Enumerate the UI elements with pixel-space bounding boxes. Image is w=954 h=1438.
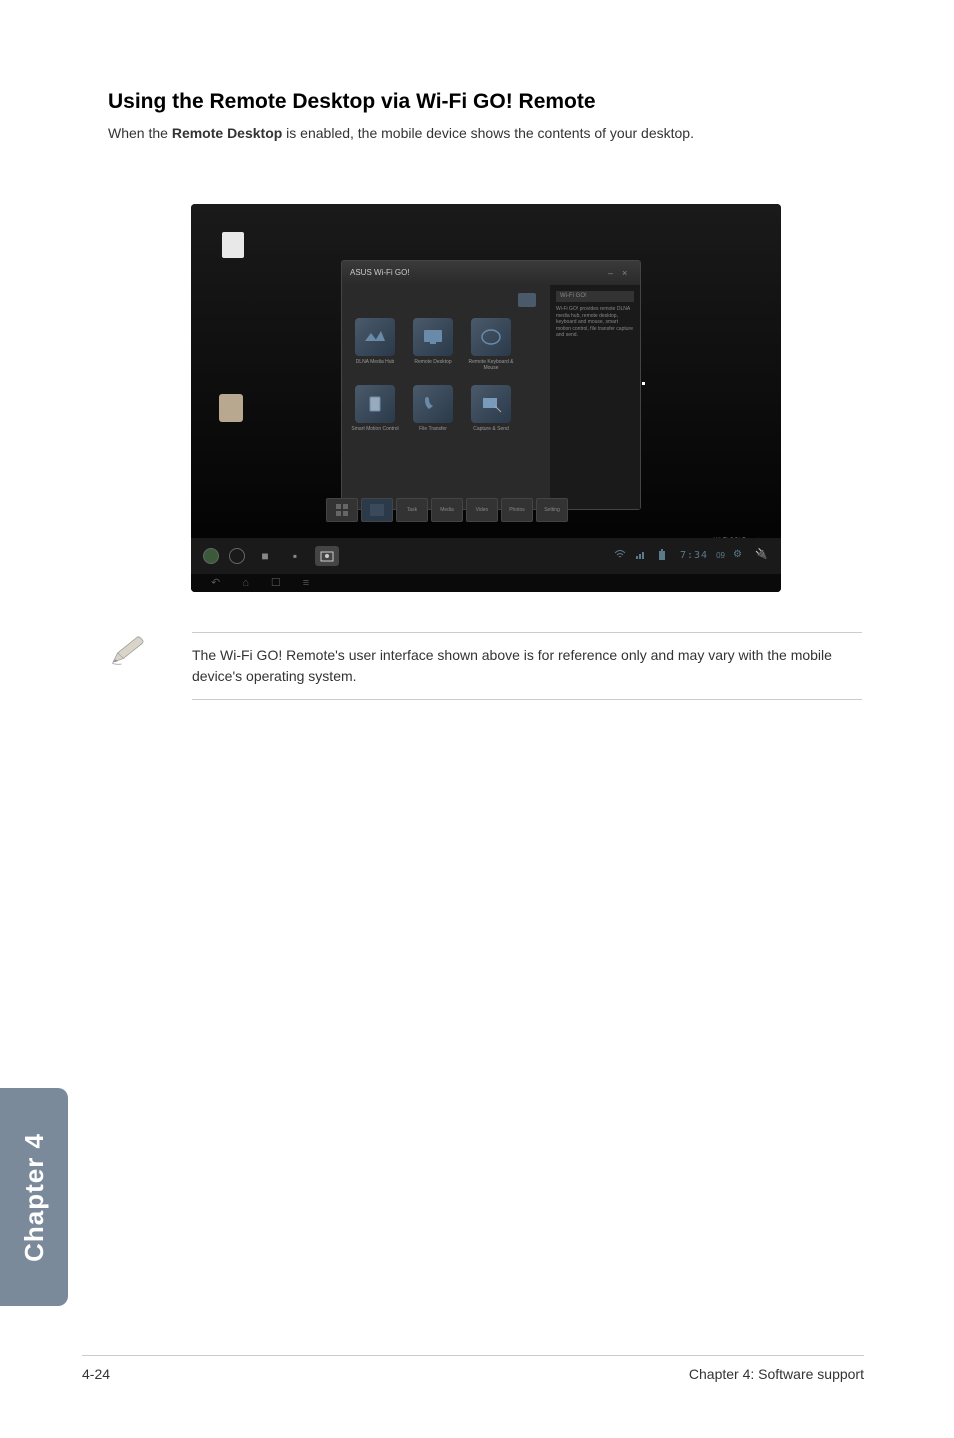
remote-keyboard-tile: Remote Keyboard & Mouse xyxy=(466,318,516,371)
cursor-dot xyxy=(642,382,645,385)
wifi-go-window: ASUS Wi-Fi GO! – × xyxy=(341,260,641,510)
dlna-icon xyxy=(355,318,395,356)
taskbar-item: Media xyxy=(431,498,463,522)
remote-desktop-icon xyxy=(413,318,453,356)
minimize-icon: – xyxy=(608,268,618,278)
nav-stop-icon: ■ xyxy=(255,546,275,566)
tablet-screenshot: ASUS Wi-Fi GO! – × xyxy=(191,204,781,592)
close-icon: × xyxy=(622,268,632,278)
wifi-icon xyxy=(614,549,628,563)
nav-lock-icon xyxy=(203,548,219,564)
intro-suffix: is enabled, the mobile device shows the … xyxy=(282,125,694,141)
taskbar-item: Setting xyxy=(536,498,568,522)
intro-prefix: When the xyxy=(108,125,172,141)
taskbar-item: Task xyxy=(396,498,428,522)
recent-icon: ☐ xyxy=(271,576,281,589)
desktop-shortcut-folder xyxy=(219,394,247,430)
remote-desktop-tile: Remote Desktop xyxy=(408,318,458,371)
wifi-window-titlebar: ASUS Wi-Fi GO! – × xyxy=(342,261,640,285)
file-transfer-tile: File Transfer xyxy=(408,385,458,432)
plug-icon: 🔌 xyxy=(755,549,769,563)
wifi-window-title: ASUS Wi-Fi GO! xyxy=(350,268,410,277)
capture-icon xyxy=(471,385,511,423)
smart-motion-tile: Smart Motion Control xyxy=(350,385,400,432)
section-heading: Using the Remote Desktop via Wi-Fi GO! R… xyxy=(108,90,864,114)
remote-desktop-view: ASUS Wi-Fi GO! – × xyxy=(191,204,781,592)
status-time: 7:34 xyxy=(680,550,708,561)
signal-icon xyxy=(636,549,650,563)
taskbar-item: Video xyxy=(466,498,498,522)
status-battery-pct: 09 xyxy=(716,551,725,560)
note-pencil-icon xyxy=(110,632,152,700)
wifi-main-panel: DLNA Media Hub Remote Desktop xyxy=(342,285,550,509)
wifi-sidebar: Wi-Fi GO! Wi-Fi GO! provides remote DLNA… xyxy=(550,285,640,509)
nav-square-icon: ▪ xyxy=(285,546,305,566)
back-icon: ↶ xyxy=(211,576,220,589)
home-icon: ⌂ xyxy=(242,577,249,589)
mouse-icon xyxy=(471,318,511,356)
chapter-tab-label: Chapter 4 xyxy=(19,1133,50,1262)
dlna-media-hub-tile: DLNA Media Hub xyxy=(350,318,400,371)
chapter-title: Chapter 4: Software support xyxy=(689,1366,864,1382)
page-number: 4-24 xyxy=(82,1366,110,1382)
nav-screenshot-icon xyxy=(315,546,339,566)
nav-circle-icon xyxy=(229,548,245,564)
settings-icon xyxy=(518,293,536,307)
intro-paragraph: When the Remote Desktop is enabled, the … xyxy=(108,124,864,144)
smart-motion-icon xyxy=(355,385,395,423)
wifi-sidebar-title: Wi-Fi GO! xyxy=(556,291,634,303)
taskbar-start-icon xyxy=(326,498,358,522)
file-transfer-icon xyxy=(413,385,453,423)
note-callout: The Wi-Fi GO! Remote's user interface sh… xyxy=(108,632,864,700)
windows-taskbar: Task Media Video Photos Setting xyxy=(326,498,568,522)
android-soft-buttons: ↶ ⌂ ☐ ≡ xyxy=(191,574,781,592)
settings-icon: ⚙ xyxy=(733,549,747,563)
wifi-sidebar-desc: Wi-Fi GO! provides remote DLNA media hub… xyxy=(556,306,634,339)
menu-icon: ≡ xyxy=(303,577,309,589)
battery-icon xyxy=(658,549,672,563)
capture-send-tile: Capture & Send xyxy=(466,385,516,432)
taskbar-explorer-icon xyxy=(361,498,393,522)
taskbar-item: Photos xyxy=(501,498,533,522)
note-text: The Wi-Fi GO! Remote's user interface sh… xyxy=(192,632,862,700)
chapter-side-tab: Chapter 4 xyxy=(0,1088,68,1306)
android-nav-bar: ■ ▪ 7:34 09 xyxy=(191,538,781,574)
intro-bold: Remote Desktop xyxy=(172,125,282,141)
desktop-shortcut-recycle xyxy=(219,232,247,268)
page-footer: 4-24 Chapter 4: Software support xyxy=(82,1355,864,1382)
